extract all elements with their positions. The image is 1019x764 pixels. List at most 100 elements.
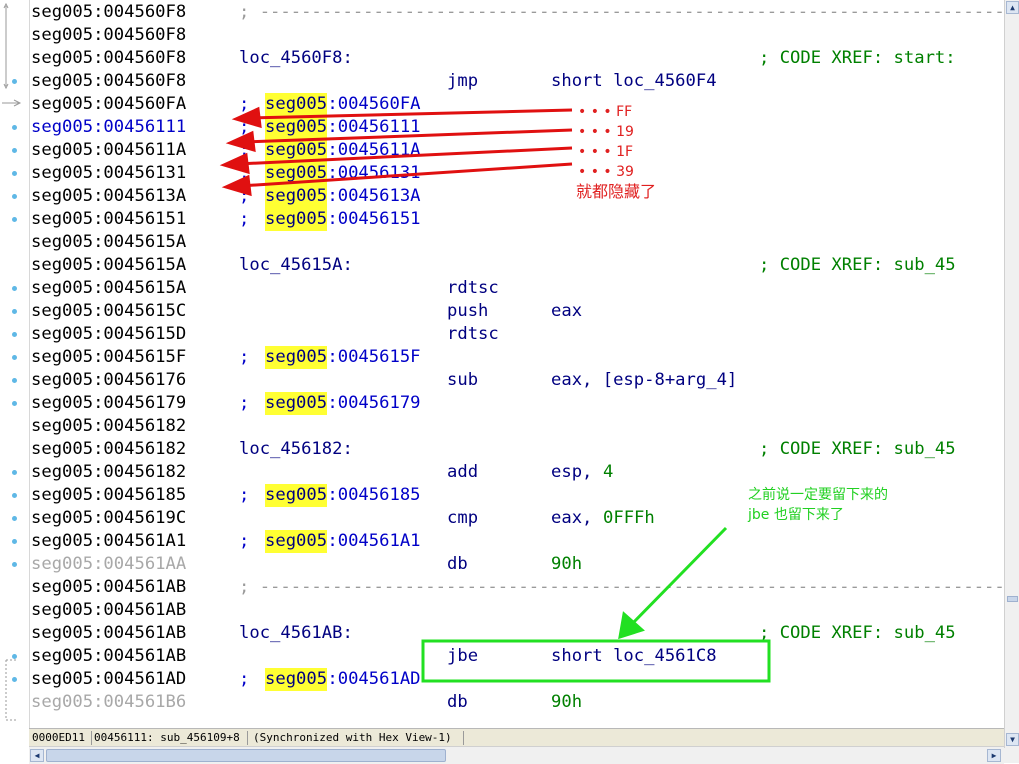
breakpoint-dot-icon[interactable] <box>12 194 17 199</box>
breakpoint-dot-icon[interactable] <box>12 309 17 314</box>
annotation-kept-note-2: jbe 也留下来了 <box>748 507 844 523</box>
comment-semicolon: ; <box>239 140 250 160</box>
breakpoint-dot-icon[interactable] <box>12 401 17 406</box>
instruction-mnemonic: jbe <box>447 646 479 666</box>
listing-address[interactable]: seg005:00456111 <box>31 116 186 139</box>
instruction-immediate: 0FFFh <box>603 508 655 528</box>
code-xref-comment: ; CODE XREF: start: <box>759 48 956 68</box>
segment-highlight[interactable]: seg005 <box>265 392 328 415</box>
listing-address[interactable]: seg005:004561AB <box>31 645 186 668</box>
annotation-kept-note-1: 之前说一定要留下来的 <box>748 487 888 503</box>
segment-highlight[interactable]: seg005 <box>265 346 328 369</box>
listing-address[interactable]: seg005:00456182 <box>31 461 186 484</box>
listing-address[interactable]: seg005:004560F8 <box>31 47 186 70</box>
comment-semicolon: ; <box>239 94 250 114</box>
status-file-offset: 0000ED11 <box>32 731 85 744</box>
listing-address[interactable]: seg005:0045615F <box>31 346 186 369</box>
annotation-hidden-note: 就都隐藏了 <box>576 182 657 201</box>
status-sync: (Synchronized with Hex View-1) <box>253 731 452 744</box>
instruction-mnemonic: push <box>447 301 489 321</box>
breakpoint-dot-icon[interactable] <box>12 148 17 153</box>
segment-offset: :0045611A <box>327 140 421 160</box>
listing-address[interactable]: seg005:0045611A <box>31 139 186 162</box>
segment-highlight[interactable]: seg005 <box>265 162 328 185</box>
segment-highlight[interactable]: seg005 <box>265 668 328 691</box>
listing-address[interactable]: seg005:00456182 <box>31 415 186 438</box>
breakpoint-dot-icon[interactable] <box>12 217 17 222</box>
scrollbar-corner <box>1004 748 1019 763</box>
breakpoint-dot-icon[interactable] <box>12 470 17 475</box>
instruction-operand: short loc_4561C8 <box>551 646 717 666</box>
listing-address[interactable]: seg005:004561AA <box>31 553 186 576</box>
segment-highlight[interactable]: seg005 <box>265 93 328 116</box>
comment-semicolon: ; <box>239 186 250 206</box>
instruction-mnemonic: cmp <box>447 508 479 528</box>
breakpoint-dot-icon[interactable] <box>12 286 17 291</box>
comment-semicolon: ; <box>239 485 250 505</box>
scroll-left-button[interactable]: ◀ <box>30 749 44 762</box>
breakpoint-dot-icon[interactable] <box>12 332 17 337</box>
breakpoint-dot-icon[interactable] <box>12 562 17 567</box>
horizontal-scrollbar[interactable]: ◀ ▶ <box>29 746 1004 764</box>
breakpoint-dot-icon[interactable] <box>12 493 17 498</box>
instruction-operand: eax, [esp-8+arg_4] <box>551 370 738 390</box>
listing-address[interactable]: seg005:0045615A <box>31 231 186 254</box>
segment-highlight[interactable]: seg005 <box>265 185 328 208</box>
scroll-up-button[interactable]: ▲ <box>1006 1 1019 14</box>
scroll-right-button[interactable]: ▶ <box>987 749 1001 762</box>
listing-address[interactable]: seg005:0045615D <box>31 323 186 346</box>
breakpoint-dot-icon[interactable] <box>12 171 17 176</box>
listing-address[interactable]: seg005:004560FA <box>31 93 186 116</box>
segment-offset: :004561A1 <box>327 531 421 551</box>
segment-highlight[interactable]: seg005 <box>265 530 328 553</box>
breakpoint-dot-icon[interactable] <box>12 79 17 84</box>
listing-address[interactable]: seg005:00456176 <box>31 369 186 392</box>
segment-offset: :004560FA <box>327 94 421 114</box>
code-label: loc_4561AB: <box>239 623 353 643</box>
code-label: loc_45615A: <box>239 255 353 275</box>
breakpoint-dot-icon[interactable] <box>12 539 17 544</box>
listing-address[interactable]: seg005:0045613A <box>31 185 186 208</box>
scroll-down-button[interactable]: ▼ <box>1006 733 1019 746</box>
instruction-mnemonic: rdtsc <box>447 324 499 344</box>
listing-address[interactable]: seg005:00456131 <box>31 162 186 185</box>
vertical-scroll-thumb[interactable] <box>1007 596 1018 602</box>
instruction-immediate: 90h <box>551 554 583 574</box>
listing-address[interactable]: seg005:004561A1 <box>31 530 186 553</box>
segment-highlight[interactable]: seg005 <box>265 116 328 139</box>
breakpoint-dot-icon[interactable] <box>12 677 17 682</box>
listing-address[interactable]: seg005:004561AD <box>31 668 186 691</box>
listing-address[interactable]: seg005:00456151 <box>31 208 186 231</box>
listing-address[interactable]: seg005:004561AB <box>31 576 186 599</box>
segment-highlight[interactable]: seg005 <box>265 484 328 507</box>
comment-semicolon: ; <box>239 117 250 137</box>
listing-address[interactable]: seg005:00456182 <box>31 438 186 461</box>
segment-highlight[interactable]: seg005 <box>265 208 328 231</box>
listing-address[interactable]: seg005:0045615A <box>31 254 186 277</box>
breakpoint-dot-icon[interactable] <box>12 516 17 521</box>
listing-address[interactable]: seg005:004560F8 <box>31 1 186 24</box>
instruction-operand: esp, <box>551 462 603 482</box>
listing-address[interactable]: seg005:00456185 <box>31 484 186 507</box>
listing-address[interactable]: seg005:004561AB <box>31 622 186 645</box>
listing-address[interactable]: seg005:004561AB <box>31 599 186 622</box>
listing-address[interactable]: seg005:0045619C <box>31 507 186 530</box>
listing-address[interactable]: seg005:004561B6 <box>31 691 186 714</box>
segment-highlight[interactable]: seg005 <box>265 139 328 162</box>
breakpoint-dot-icon[interactable] <box>12 355 17 360</box>
instruction-mnemonic: rdtsc <box>447 278 499 298</box>
breakpoint-dot-icon[interactable] <box>12 654 17 659</box>
code-label: loc_4560F8: <box>239 48 353 68</box>
disassembly-listing[interactable]: seg005:004560F8 ; -----------------------… <box>31 1 1003 727</box>
listing-address[interactable]: seg005:0045615A <box>31 277 186 300</box>
breakpoint-dot-icon[interactable] <box>12 378 17 383</box>
breakpoint-dot-icon[interactable] <box>12 125 17 130</box>
vertical-scrollbar[interactable]: ▲ ▼ <box>1004 0 1019 748</box>
listing-address[interactable]: seg005:004560F8 <box>31 24 186 47</box>
listing-address[interactable]: seg005:0045615C <box>31 300 186 323</box>
listing-address[interactable]: seg005:004560F8 <box>31 70 186 93</box>
segment-offset: :00456151 <box>327 209 421 229</box>
horizontal-scroll-thumb[interactable] <box>46 749 446 762</box>
listing-address[interactable]: seg005:00456179 <box>31 392 186 415</box>
segment-offset: :00456131 <box>327 163 421 183</box>
